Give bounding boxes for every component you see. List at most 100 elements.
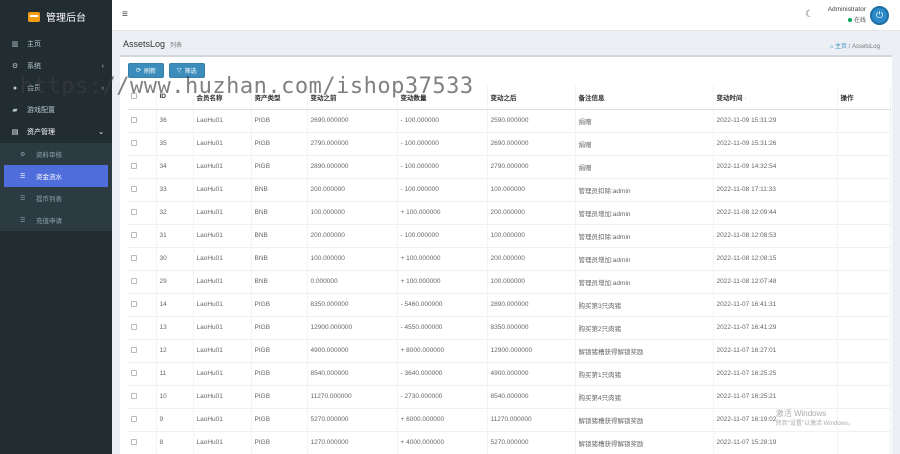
sidebar-item-assets[interactable]: ▤ 资产管理 ⌄ (0, 121, 112, 143)
row-checkbox[interactable] (131, 369, 137, 376)
row-checkbox-cell[interactable] (128, 385, 157, 409)
table-cell: 9 (156, 408, 194, 432)
row-actions-cell (837, 247, 891, 271)
row-checkbox-cell[interactable] (128, 178, 157, 202)
table-cell: LaoHu01 (193, 224, 252, 248)
column-header[interactable]: 备注信息 (575, 85, 714, 110)
row-checkbox[interactable] (131, 231, 137, 238)
table-cell: PIGB (251, 293, 308, 317)
table-row[interactable]: 31 LaoHu01 BNB 200.000000- 100.000000 100.00… (128, 224, 891, 248)
table-row[interactable]: 33 LaoHu01 BNB 200.000000- 100.000000 100.00… (128, 178, 891, 202)
table-row[interactable]: 13 LaoHu01 PIGB 12900.000000- 4550.000000 83… (128, 316, 891, 340)
row-checkbox-cell[interactable] (128, 408, 157, 432)
table-row[interactable]: 29 LaoHu01 BNB 0.000000 + 100.000000 100.0000… (128, 270, 891, 294)
table-cell: LaoHu01 (193, 385, 252, 409)
row-checkbox[interactable] (131, 392, 137, 399)
dashboard-icon: ▥ (11, 41, 19, 48)
row-checkbox-cell[interactable] (128, 362, 157, 386)
table-cell: 购买第1只肉猪 (575, 362, 714, 386)
row-checkbox[interactable] (131, 116, 137, 123)
table-row[interactable]: 14 LaoHu01 PIGB 8350.000000- 5460.000000 289… (128, 293, 891, 317)
row-checkbox[interactable] (131, 300, 137, 307)
column-header[interactable]: 变动之后 (487, 85, 576, 110)
table-cell: 2022-11-08 12:08:15 (713, 247, 838, 271)
table-row[interactable]: 36 LaoHu01 PIGB 2690.000000- 100.000000 2590… (128, 109, 891, 133)
row-checkbox-cell[interactable] (128, 132, 157, 156)
row-checkbox[interactable] (131, 438, 137, 445)
table-cell: 31 (156, 224, 194, 248)
row-checkbox[interactable] (131, 346, 137, 353)
table-cell: 35 (156, 132, 194, 156)
row-checkbox-cell[interactable] (128, 293, 157, 317)
column-header[interactable]: ID (156, 85, 194, 110)
table-row[interactable]: 12 LaoHu01 PIGB 4900.000000 + 8000.000000 129… (128, 339, 891, 363)
row-checkbox[interactable] (131, 415, 137, 422)
sidebar-item-home[interactable]: ▥ 主页 (0, 33, 112, 55)
refresh-button[interactable]: ⟳ 刷新 (128, 63, 165, 78)
column-header[interactable]: 变动之前 (307, 85, 398, 110)
sidebar-item-game-config[interactable]: ▰ 游戏配置 (0, 99, 112, 121)
column-header[interactable]: 变动时间 ↑ (713, 85, 838, 110)
sidebar-subitem-review[interactable]: ⚙ 资料审核 (0, 143, 112, 165)
user-info[interactable]: Administrator 在线 (828, 6, 866, 24)
table-row[interactable]: 10 LaoHu01 PIGB 11270.000000- 2730.000000 85… (128, 385, 891, 409)
table-cell: 2590.000000 (487, 109, 576, 133)
table-cell: BNB (251, 247, 308, 271)
row-checkbox[interactable] (131, 323, 137, 330)
table-cell: 100.000000 (487, 270, 576, 294)
sidebar-subitem-assets-log[interactable]: ☰ 资金流水 (4, 165, 108, 187)
table-row[interactable]: 32 LaoHu01 BNB 100.000000 + 100.000000 200.00… (128, 201, 891, 225)
page-subtitle: 列表 (170, 43, 183, 49)
wallet-icon: ▤ (11, 129, 19, 136)
table-row[interactable]: 34 LaoHu01 PIGB 2890.000000- 100.000000 2790… (128, 155, 891, 179)
toolbar: ⟳ 刷新 ▽ 筛选 (128, 63, 205, 78)
row-checkbox[interactable] (131, 162, 137, 169)
table-row[interactable]: 35 LaoHu01 PIGB 2790.000000- 100.000000 2690… (128, 132, 891, 156)
row-checkbox[interactable] (131, 254, 137, 261)
row-checkbox-cell[interactable] (128, 431, 157, 454)
table-cell: 30 (156, 247, 194, 271)
row-checkbox-cell[interactable] (128, 270, 157, 294)
gamepad-icon: ▰ (12, 107, 18, 114)
table-cell: PIGB (251, 339, 308, 363)
row-checkbox-cell[interactable] (128, 201, 157, 225)
column-header[interactable]: 操作 (837, 85, 891, 110)
table-cell: 捐赠 (575, 155, 714, 179)
sidebar-item-label: 资产管理 (27, 129, 55, 136)
select-all-checkbox[interactable] (131, 92, 137, 99)
sidebar-subitem-recharge[interactable]: ☰ 充值申请 (0, 209, 112, 231)
row-checkbox-cell[interactable] (128, 155, 157, 179)
filter-button[interactable]: ▽ 筛选 (169, 63, 205, 78)
power-icon[interactable]: ⏻ (870, 6, 889, 25)
row-checkbox[interactable] (131, 277, 137, 284)
menu-toggle-icon[interactable]: ≡ (122, 9, 128, 20)
table-row[interactable]: 30 LaoHu01 BNB 100.000000 + 100.000000 200.00… (128, 247, 891, 271)
sort-asc-icon[interactable]: ↑ (745, 96, 748, 102)
table-cell: 管理员扣除:admin (575, 224, 714, 248)
sidebar-item-system[interactable]: ⚙ 系统 ‹ (0, 55, 112, 77)
row-checkbox[interactable] (131, 208, 137, 215)
breadcrumb-home[interactable]: ⌂ 主页 (830, 44, 847, 50)
sidebar-subitem-withdraw[interactable]: ☰ 提币列表 (0, 187, 112, 209)
table-row[interactable]: 11 LaoHu01 PIGB 8540.000000- 3640.000000 490… (128, 362, 891, 386)
home-icon: ⌂ (829, 44, 834, 50)
table-cell: 2790.000000 (487, 155, 576, 179)
select-all-checkbox-cell[interactable] (128, 85, 157, 110)
row-checkbox-cell[interactable] (128, 316, 157, 340)
column-header[interactable]: 资产类型 (251, 85, 308, 110)
table-row[interactable]: 8 LaoHu01 PIGB 1270.000000 + 4000.000000 5270… (128, 431, 891, 454)
moon-icon[interactable]: ☾ (805, 9, 814, 20)
row-checkbox-cell[interactable] (128, 224, 157, 248)
column-header[interactable]: 变动数量 (397, 85, 488, 110)
row-checkbox[interactable] (131, 185, 137, 192)
breadcrumb-home-label: 主页 (834, 44, 847, 50)
sidebar-item-label: 会员 (27, 85, 41, 92)
brand[interactable]: 管理后台 (0, 0, 112, 33)
column-header[interactable]: 会员名称 (193, 85, 252, 110)
row-checkbox[interactable] (131, 139, 137, 146)
row-checkbox-cell[interactable] (128, 247, 157, 271)
row-checkbox-cell[interactable] (128, 109, 157, 133)
sidebar-item-members[interactable]: ● 会员 ‹ (0, 77, 112, 99)
row-checkbox-cell[interactable] (128, 339, 157, 363)
table-cell: - 4550.000000 (397, 316, 488, 340)
